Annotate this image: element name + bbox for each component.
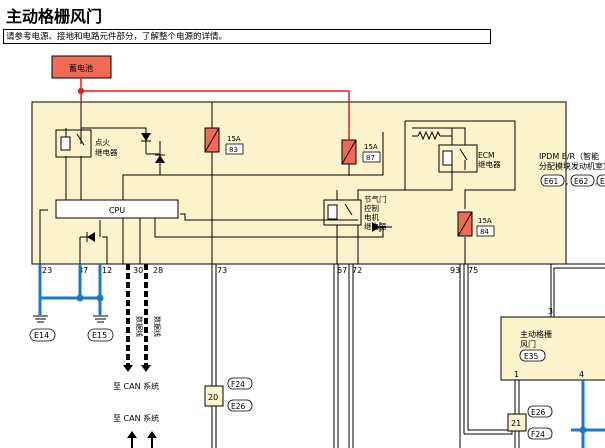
connector-21-bottom: F24 [531, 430, 545, 439]
pin-75: 75 [468, 266, 478, 275]
svg-text:数据线: 数据线 [153, 316, 162, 337]
pin-73: 73 [217, 266, 227, 275]
can-data-lines [126, 264, 148, 365]
throttle-relay-label-3: 电机 [364, 212, 379, 222]
wiring-diagram: 蓄电池 点火 继电器 CPU 15A 83 15A 87 15A 84 ECM … [29, 55, 605, 448]
can-system-label-2: 至 CAN 系统 [113, 413, 159, 423]
shutter-pin-4: 4 [579, 370, 584, 379]
ipdm-label-2: 分配模块发动机室） [539, 161, 605, 171]
connector-20-top: F24 [231, 380, 245, 389]
pin-93: 93 [450, 266, 460, 275]
connector-20-number: 20 [208, 393, 218, 402]
shutter-label-2: 风门 [520, 339, 536, 349]
data-line-label-1: 数据线 [135, 316, 144, 337]
shutter-ground-wire [571, 380, 605, 448]
ignition-relay-label-1: 点火 [95, 138, 110, 147]
ground-e14: E14 [34, 331, 49, 340]
throttle-relay-label-1: 节气门 [364, 194, 387, 204]
svg-text:,: , [566, 177, 568, 186]
connector-21-top: E26 [531, 408, 546, 417]
pin-30: 30 [133, 266, 143, 275]
ground-symbol-1 [33, 315, 48, 323]
ipdm-connector-3: E6 [600, 177, 605, 186]
data-line-label-2: 数据线 [153, 316, 162, 337]
can-arrow-1 [123, 365, 133, 372]
connector-21-number: 21 [511, 419, 521, 428]
ipdm-module-box [31, 101, 567, 265]
pin-72: 72 [352, 266, 362, 275]
ipdm-connector-1: E61 [544, 177, 559, 186]
connector-20-bottom: E26 [231, 402, 246, 411]
fuse-87-number: 87 [366, 154, 375, 162]
throttle-relay-label-4: 继电器 [364, 221, 387, 231]
shutter-connector: E35 [524, 352, 539, 361]
ground-symbol-2 [93, 315, 108, 323]
fuse-84-number: 84 [480, 228, 489, 236]
pin-67: 67 [337, 266, 347, 275]
pin-12: 12 [102, 266, 112, 275]
svg-text:数据线: 数据线 [135, 316, 144, 337]
shutter-pin-1: 1 [514, 370, 519, 379]
shutter-label-1: 主动格栅 [520, 329, 552, 339]
pin-28: 28 [153, 266, 163, 275]
ground-e15: E15 [92, 331, 107, 340]
can-system-label-1: 至 CAN 系统 [113, 381, 159, 391]
battery-junction [77, 87, 85, 95]
fuse-83-rating: 15A [227, 135, 241, 143]
svg-text:,: , [595, 177, 597, 186]
battery-label: 蓄电池 [69, 63, 93, 73]
fuse-84-rating: 15A [478, 217, 492, 225]
ecm-relay-label-1: ECM [478, 151, 494, 160]
fuse-83-number: 83 [229, 146, 238, 154]
can-arrow-2 [141, 365, 151, 372]
fuse-87-rating: 15A [364, 143, 378, 151]
pin-23: 23 [42, 266, 52, 275]
ipdm-connectors: E61 E62 E6 , , [540, 174, 605, 187]
ignition-relay-label-2: 继电器 [95, 147, 118, 157]
ecm-relay-label-2: 继电器 [478, 159, 501, 169]
shutter-pin-3: 3 [548, 307, 553, 316]
ipdm-label-1: IPDM E/R（智能 [539, 151, 599, 161]
ipdm-connector-2: E62 [574, 177, 589, 186]
throttle-relay-label-2: 控制 [364, 203, 379, 213]
cpu-label: CPU [109, 206, 125, 215]
pin-numbers: 23 37 12 30 28 73 67 72 93 75 [42, 266, 478, 275]
